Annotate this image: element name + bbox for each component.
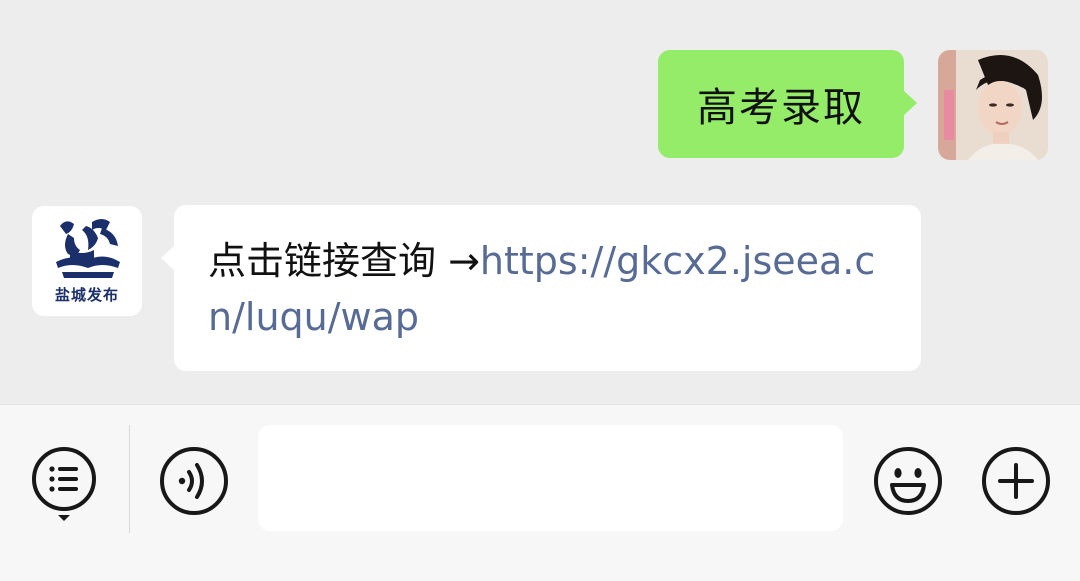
outgoing-message-text: 高考录取 (697, 85, 865, 131)
plus-button[interactable] (980, 445, 1052, 517)
input-toolbar (0, 404, 1080, 581)
sender-avatar-label: 盐城发布 (54, 286, 119, 304)
incoming-message-prefix: 点击链接查询 → (208, 239, 480, 283)
message-input[interactable] (258, 425, 843, 531)
menu-button[interactable] (28, 445, 100, 521)
voice-button[interactable] (158, 445, 230, 517)
emoji-button[interactable] (872, 445, 944, 517)
voice-icon (160, 447, 228, 515)
user-avatar-photo-icon (938, 50, 1048, 160)
emoji-icon (874, 447, 942, 515)
outgoing-message-bubble[interactable]: 高考录取 (658, 50, 917, 158)
incoming-message-bubble: 点击链接查询 →https://gkcx2.jseea.cn/luqu/wap (161, 205, 921, 371)
toolbar-divider (129, 425, 130, 533)
list-menu-icon (32, 447, 96, 521)
sender-avatar[interactable]: 盐城发布 (32, 206, 142, 316)
chat-area: 高考录取 盐城发布 点击链接查询 →https://gkcx2.jseea.cn… (0, 0, 1080, 404)
user-avatar[interactable] (938, 50, 1048, 160)
plus-icon (982, 447, 1050, 515)
